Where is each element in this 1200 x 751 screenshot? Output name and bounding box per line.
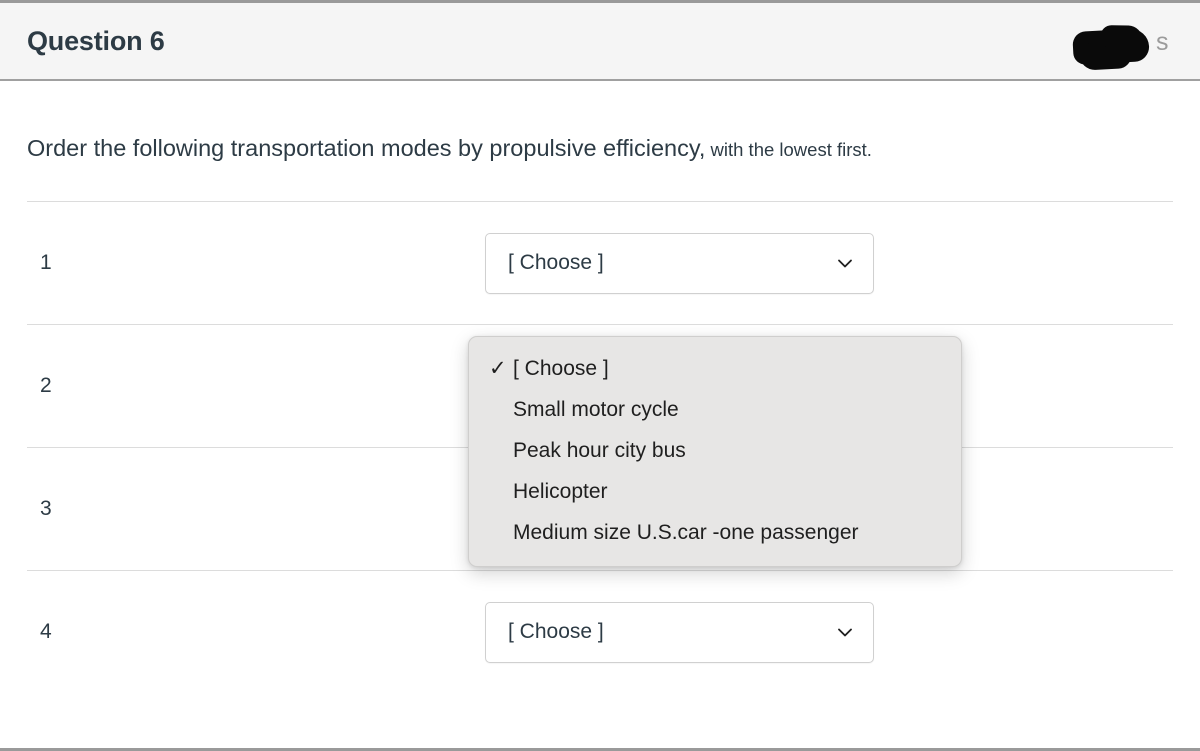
dropdown-option-label: Peak hour city bus (513, 438, 686, 462)
dropdown-option-medium-size-us-car[interactable]: Medium size U.S.car -one passenger (469, 512, 961, 553)
answer-rank-label: 2 (40, 374, 52, 398)
answer-rank-label: 3 (40, 497, 52, 521)
points-label: s (1156, 28, 1169, 56)
question-points-area: s (1054, 16, 1174, 66)
dropdown-option-label: Helicopter (513, 479, 608, 503)
answer-rank-label: 1 (40, 251, 52, 275)
question-body: Order the following transportation modes… (0, 81, 1200, 693)
dropdown-option-helicopter[interactable]: Helicopter (469, 471, 961, 512)
question-prompt: Order the following transportation modes… (27, 81, 1173, 163)
table-row: 1 [ Choose ] (27, 201, 1173, 324)
dropdown-option-label: [ Choose ] (513, 356, 609, 380)
answer-select-4[interactable]: [ Choose ] (485, 601, 874, 663)
dropdown-option-label: Small motor cycle (513, 397, 679, 421)
answer-select-1[interactable]: [ Choose ] (485, 232, 874, 294)
check-icon: ✓ (489, 357, 507, 380)
answer-rank-label: 4 (40, 620, 52, 644)
question-container: Question 6 s Order the following transpo… (0, 0, 1200, 751)
chevron-down-icon (834, 621, 856, 643)
dropdown-option-small-motor-cycle[interactable]: Small motor cycle (469, 389, 961, 430)
dropdown-option-peak-hour-city-bus[interactable]: Peak hour city bus (469, 430, 961, 471)
table-row: 4 [ Choose ] (27, 570, 1173, 693)
dropdown-option-choose[interactable]: ✓ [ Choose ] (469, 348, 961, 389)
page-title: Question 6 (27, 25, 165, 56)
answer-select-1-value: [ Choose ] (508, 251, 604, 275)
redaction-mark-icon (1072, 28, 1150, 65)
dropdown-option-label: Medium size U.S.car -one passenger (513, 520, 859, 544)
dropdown-menu[interactable]: ✓ [ Choose ] Small motor cycle Peak hour… (468, 336, 962, 567)
question-header: Question 6 s (0, 3, 1200, 81)
question-prompt-main: Order the following transportation modes… (27, 135, 706, 161)
answer-select-4-value: [ Choose ] (508, 620, 604, 644)
question-prompt-sub: with the lowest first. (705, 139, 872, 160)
chevron-down-icon (834, 252, 856, 274)
